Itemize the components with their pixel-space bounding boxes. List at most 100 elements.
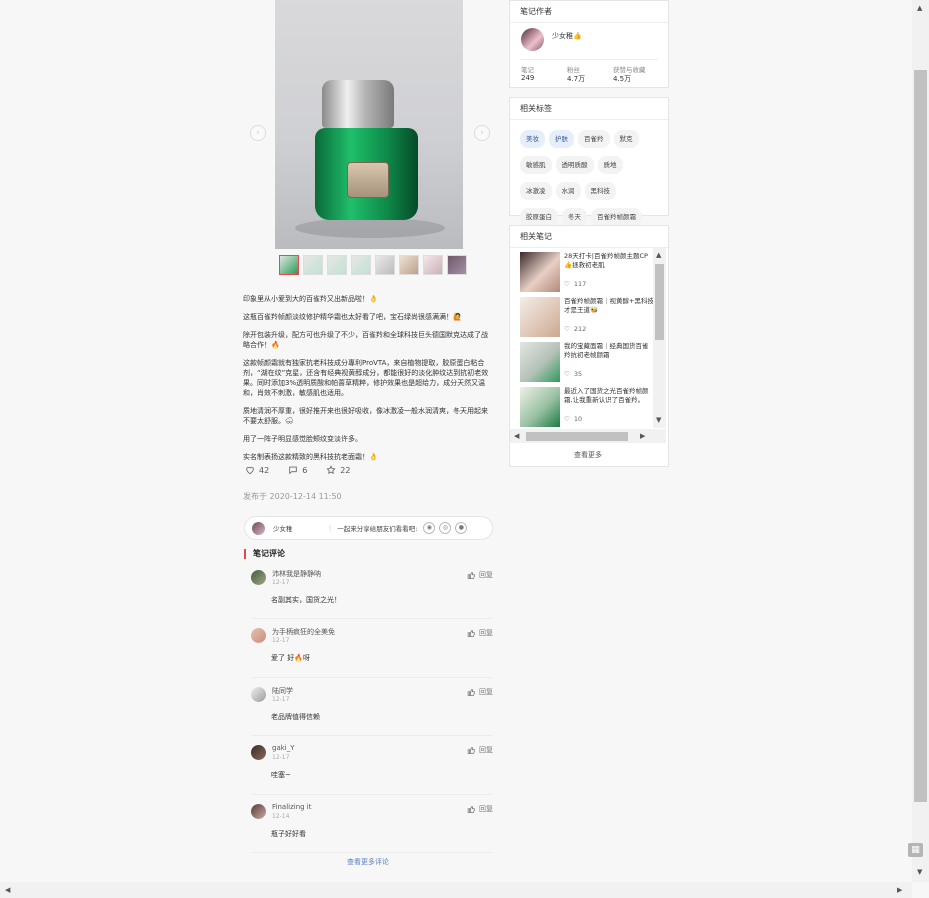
more-comments-link[interactable]: 查看更多评论 xyxy=(243,857,493,867)
reply-label[interactable]: 回复 xyxy=(479,570,493,580)
thumbnail[interactable] xyxy=(327,255,347,275)
scrollbar-thumb[interactable] xyxy=(655,264,664,340)
page-horizontal-scrollbar[interactable]: ◀ ▶ xyxy=(0,882,912,898)
page-vertical-scrollbar[interactable]: ▲ ▼ xyxy=(912,0,929,882)
thumbnail[interactable] xyxy=(423,255,443,275)
tag[interactable]: 美妆 xyxy=(520,130,545,148)
related-note-title[interactable]: 28天打卡|百雀羚帧颜主题CP👍拯救初老肌 xyxy=(564,252,654,272)
scroll-up-icon[interactable]: ▲ xyxy=(656,251,661,259)
divider: | xyxy=(329,524,332,532)
tag[interactable]: 冰激凌 xyxy=(520,182,552,200)
scroll-up-icon[interactable]: ▲ xyxy=(917,4,922,12)
thumbnail[interactable] xyxy=(399,255,419,275)
related-note-item[interactable]: 最近入了国货之光百雀羚帧颜霜,让我重新认识了百雀羚。 ♡ 10 xyxy=(520,387,655,428)
scroll-left-icon[interactable]: ◀ xyxy=(5,886,10,894)
avatar[interactable] xyxy=(251,804,266,819)
related-note-image[interactable] xyxy=(520,342,560,382)
tag[interactable]: 胶原蛋白 xyxy=(520,208,558,226)
avatar[interactable] xyxy=(521,28,544,51)
comment-date: 12-17 xyxy=(272,754,290,761)
tag[interactable]: 敏感肌 xyxy=(520,156,552,174)
comment-author[interactable]: 为手柄疯狂的全美免 xyxy=(272,627,335,637)
thumbs-up-icon[interactable] xyxy=(467,629,476,638)
tag[interactable]: 百雀羚 xyxy=(578,130,610,148)
reply-button[interactable]: 回复 xyxy=(467,804,493,814)
avatar[interactable] xyxy=(251,628,266,643)
comment-author[interactable]: gaki_Y xyxy=(272,744,295,752)
related-note-image[interactable] xyxy=(520,387,560,427)
thumbs-up-icon[interactable] xyxy=(467,746,476,755)
scroll-down-icon[interactable]: ▼ xyxy=(656,416,661,424)
tag[interactable]: 透明质酸 xyxy=(555,156,594,174)
comment-item: gaki_Y 12-17 哇塞~ 回复 xyxy=(251,743,493,795)
scroll-left-icon[interactable]: ◀ xyxy=(514,432,519,440)
thumbnail[interactable] xyxy=(447,255,467,275)
related-note-image[interactable] xyxy=(520,297,560,337)
thumbnail[interactable] xyxy=(303,255,323,275)
tag[interactable]: 护肤 xyxy=(549,130,574,148)
reply-button[interactable]: 回复 xyxy=(467,745,493,755)
tag[interactable]: 水润 xyxy=(555,182,581,200)
note-stats: 42 6 22 xyxy=(245,465,350,475)
comment-button[interactable]: 6 xyxy=(288,465,307,475)
scrollbar-thumb[interactable] xyxy=(526,432,628,441)
view-more-link[interactable]: 查看更多 xyxy=(510,450,666,460)
reply-label[interactable]: 回复 xyxy=(479,745,493,755)
prev-image-icon[interactable]: ‹ xyxy=(250,125,266,141)
scroll-down-icon[interactable]: ▼ xyxy=(917,868,922,876)
tag[interactable]: 冬天 xyxy=(562,208,587,226)
thumbs-up-icon[interactable] xyxy=(467,571,476,580)
scroll-right-icon[interactable]: ▶ xyxy=(897,886,902,894)
scroll-right-icon[interactable]: ▶ xyxy=(640,432,645,440)
related-vertical-scrollbar[interactable]: ▲ ▼ xyxy=(653,248,666,428)
stat-value: 4.7万 xyxy=(567,75,586,83)
moments-share-icon[interactable]: ◎ xyxy=(439,522,452,534)
author-stat-fans: 粉丝 4.7万 xyxy=(567,64,585,84)
related-note-item[interactable]: 百雀羚帧颜霜｜视黄醇+黑科技才是王道🐝 ♡ 212 xyxy=(520,297,655,338)
reply-label[interactable]: 回复 xyxy=(479,687,493,697)
wechat-share-icon[interactable]: ◉ xyxy=(423,522,436,534)
related-note-title[interactable]: 百雀羚帧颜霜｜视黄醇+黑科技才是王道🐝 xyxy=(564,297,654,317)
related-note-item[interactable]: 28天打卡|百雀羚帧颜主题CP👍拯救初老肌 ♡ 117 xyxy=(520,252,655,293)
thumbnail[interactable] xyxy=(351,255,371,275)
next-image-icon[interactable]: › xyxy=(474,125,490,141)
tag[interactable]: 质地 xyxy=(597,156,623,174)
share-author-name[interactable]: 少女稚 xyxy=(273,523,323,533)
heart-icon: ♡ xyxy=(564,370,570,378)
reply-label[interactable]: 回复 xyxy=(479,628,493,638)
comment-author[interactable]: Finalizing it xyxy=(272,803,312,811)
related-card-title: 相关笔记 xyxy=(510,226,668,248)
note-main-image[interactable] xyxy=(275,0,463,249)
thumbnail[interactable] xyxy=(279,255,299,275)
avatar[interactable] xyxy=(251,745,266,760)
related-note-title[interactable]: 最近入了国货之光百雀羚帧颜霜,让我重新认识了百雀羚。 xyxy=(564,387,654,407)
comment-author[interactable]: 陆同学 xyxy=(272,686,293,696)
tag[interactable]: 默克 xyxy=(613,130,639,148)
thumbnail[interactable] xyxy=(375,255,395,275)
reply-button[interactable]: 回复 xyxy=(467,570,493,580)
comment-text: 瓶子好好看 xyxy=(271,830,306,838)
related-note-item[interactable]: 我的宝藏面霜｜经典国货百雀羚抗初老帧颜霜 ♡ 35 xyxy=(520,342,655,383)
thumbs-up-icon[interactable] xyxy=(467,805,476,814)
weibo-share-icon[interactable]: ● xyxy=(455,522,468,534)
grid-view-icon[interactable]: ▦ xyxy=(908,843,923,857)
thumbs-up-icon[interactable] xyxy=(467,688,476,697)
related-horizontal-scrollbar[interactable]: ◀ ▶ xyxy=(510,429,666,443)
reply-button[interactable]: 回复 xyxy=(467,628,493,638)
note-paragraph: 这款帧颜霜就有独家抗老科技成分專利ProVTA，来自植物提取，胶原蛋白粘合剂，“… xyxy=(243,359,489,397)
reply-button[interactable]: 回复 xyxy=(467,687,493,697)
scrollbar-thumb[interactable] xyxy=(914,70,927,802)
author-name[interactable]: 少女稚👍 xyxy=(552,31,582,41)
like-button[interactable]: 42 xyxy=(245,465,269,475)
avatar[interactable] xyxy=(252,521,265,535)
comment-author[interactable]: 沛林我是静静呐 xyxy=(272,569,321,579)
author-stat-likes: 获赞与收藏 4.5万 xyxy=(613,64,646,84)
reply-label[interactable]: 回复 xyxy=(479,804,493,814)
related-note-title[interactable]: 我的宝藏面霜｜经典国货百雀羚抗初老帧颜霜 xyxy=(564,342,654,362)
related-note-image[interactable] xyxy=(520,252,560,292)
avatar[interactable] xyxy=(251,687,266,702)
tag[interactable]: 百雀羚帧颜霜 xyxy=(591,208,642,226)
avatar[interactable] xyxy=(251,570,266,585)
tag[interactable]: 黑科技 xyxy=(584,182,616,200)
collect-button[interactable]: 22 xyxy=(326,465,350,475)
